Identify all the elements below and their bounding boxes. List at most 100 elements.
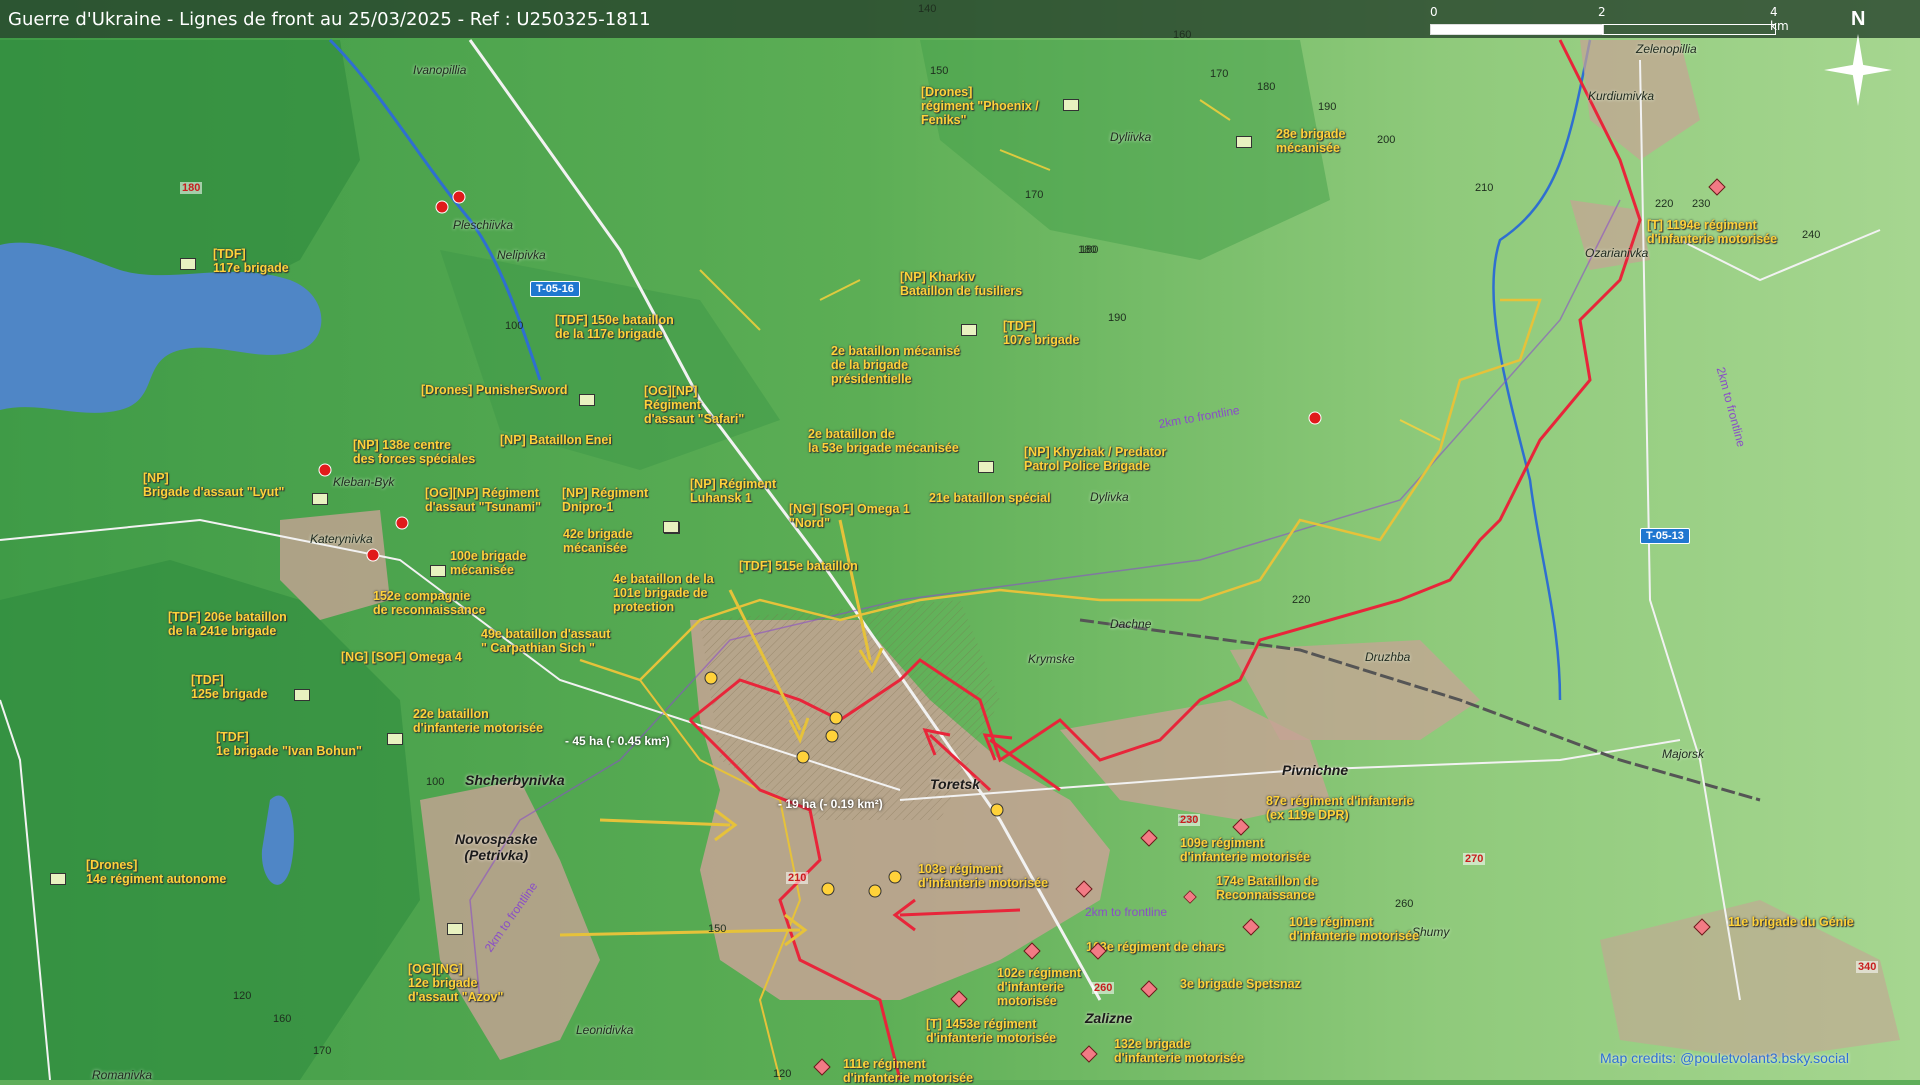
ukr-unit-label[interactable]: [TDF] 206e bataillon de la 241e brigade	[168, 610, 287, 638]
ukr-unit-icon	[312, 493, 328, 505]
town-label: Pivnichne	[1282, 762, 1349, 778]
frontline-label: 2km to frontline	[1085, 905, 1168, 919]
elevation-label: 160	[1173, 29, 1192, 41]
elevation-label-red: 260	[1092, 982, 1115, 994]
rus-unit-icon	[1140, 980, 1158, 998]
ukr-unit-label[interactable]: [TDF] 117e brigade	[213, 247, 289, 275]
rus-unit-label[interactable]: 109e régiment d'infanterie motorisée	[1180, 836, 1310, 864]
ukr-unit-label[interactable]: [OG][NP] Régiment d'assaut "Tsunami"	[425, 486, 541, 514]
elevation-label: 170	[1025, 189, 1044, 201]
rus-unit-icon	[1140, 829, 1158, 847]
elevation-label-red: 210	[786, 872, 809, 884]
place-label: Dachne	[1110, 617, 1152, 631]
rus-unit-icon	[1183, 890, 1197, 904]
ukr-unit-label[interactable]: [NG] [SOF] Omega 1 "Nord"	[789, 502, 910, 530]
place-label: Ivanopillia	[413, 63, 467, 77]
ukr-unit-label[interactable]: [TDF] 107e brigade	[1003, 319, 1079, 347]
elevation-label: 200	[1377, 134, 1396, 146]
ukr-unit-label[interactable]: 49e bataillon d'assaut " Carpathian Sich…	[481, 627, 610, 655]
elevation-label: 150	[708, 923, 727, 935]
ukr-unit-label[interactable]: [TDF] 125e brigade	[191, 673, 267, 701]
scale-label-0: 0	[1430, 5, 1438, 19]
ukr-unit-label[interactable]: 21e bataillon spécial	[929, 491, 1051, 505]
rus-unit-icon	[1089, 942, 1107, 960]
ukr-unit-label[interactable]: [NP] 138e centre des forces spéciales	[353, 438, 475, 466]
ukr-unit-icon	[447, 923, 463, 935]
ukr-unit-label[interactable]: 152e compagnie de reconnaissance	[373, 589, 486, 617]
place-label: Katerynivka	[310, 532, 373, 546]
place-label: Kurdiumivka	[1588, 89, 1655, 103]
rus-unit-label[interactable]: 102e régiment d'infanterie motorisée	[997, 966, 1081, 1008]
elevation-label-red: 180	[180, 182, 203, 194]
elevation-label: 190	[1318, 101, 1337, 113]
ukr-unit-label[interactable]: [Drones] 14e régiment autonome	[86, 858, 226, 886]
elevation-label-red: 340	[1856, 961, 1879, 973]
place-label: Kleban-Byk	[333, 475, 395, 489]
rus-unit-label[interactable]: 3e brigade Spetsnaz	[1180, 977, 1301, 991]
elevation-label: 120	[773, 1068, 792, 1080]
place-label: Majorsk	[1662, 747, 1705, 761]
ukr-unit-label[interactable]: [OG][NG] 12e brigade d'assaut "Azov"	[408, 962, 503, 1004]
place-label: Dylivka	[1090, 490, 1129, 504]
rus-unit-label[interactable]: 87e régiment d'infanterie (ex 119e DPR)	[1266, 794, 1413, 822]
rus-unit-label[interactable]: 11e brigade du Génie	[1728, 915, 1854, 929]
rus-unit-label[interactable]: 101e régiment d'infanterie motorisée	[1289, 915, 1419, 943]
ukr-unit-label[interactable]: 2e bataillon mécanisé de la brigade prés…	[831, 344, 960, 386]
ukr-unit-label[interactable]: [NP] Kharkiv Bataillon de fusiliers	[900, 270, 1022, 298]
elevation-label: 260	[1395, 898, 1414, 910]
rus-unit-icon	[1708, 178, 1726, 196]
town-label: Zalizne	[1085, 1010, 1133, 1026]
place-label: Zelenopillia	[1636, 42, 1697, 56]
ukr-unit-label[interactable]: [Drones] régiment "Phoenix / Feniks"	[921, 85, 1039, 127]
rus-unit-label[interactable]: [T] 1194e régiment d'infanterie motorisé…	[1647, 218, 1777, 246]
place-label: Druzhba	[1365, 650, 1411, 664]
ukr-unit-label[interactable]: 4e bataillon de la 101e brigade de prote…	[613, 572, 714, 614]
town-label: Novospaske (Petrivka)	[455, 831, 538, 863]
area-loss-label: - 19 ha (- 0.19 km²)	[778, 797, 883, 811]
rus-unit-icon	[1023, 942, 1041, 960]
rus-unit-label[interactable]: [T] 1453e régiment d'infanterie motorisé…	[926, 1017, 1056, 1045]
ukr-unit-label[interactable]: 22e bataillon d'infanterie motorisée	[413, 707, 543, 735]
scale-label-2: 2	[1598, 5, 1606, 19]
elevation-label: 150	[930, 65, 949, 77]
elevation-label: 170	[313, 1045, 332, 1057]
rus-unit-label[interactable]: 111e régiment d'infanterie motorisée	[843, 1057, 973, 1085]
map-credits[interactable]: Map credits: @pouletvolant3.bsky.social	[1600, 1050, 1849, 1066]
ukr-unit-label[interactable]: [TDF] 515e bataillon	[739, 559, 858, 573]
rus-unit-icon	[1693, 918, 1711, 936]
ukr-unit-icon	[294, 689, 310, 701]
ukr-unit-label[interactable]: [NG] [SOF] Omega 4	[341, 650, 462, 664]
ukr-unit-icon	[1236, 136, 1252, 148]
ukr-unit-label[interactable]: [NP] Bataillon Enei	[500, 433, 612, 447]
place-label: Ozarianivka	[1585, 246, 1649, 260]
north-compass-icon: N	[1808, 6, 1908, 116]
elevation-label: 160	[273, 1013, 292, 1025]
rus-unit-icon	[1075, 880, 1093, 898]
map-title: Guerre d'Ukraine - Lignes de front au 25…	[8, 9, 651, 30]
ukr-unit-label[interactable]: 100e brigade mécanisée	[450, 549, 526, 577]
ukr-unit-label[interactable]: [TDF] 1e brigade "Ivan Bohun"	[216, 730, 362, 758]
ukr-unit-label[interactable]: [NP] Brigade d'assaut "Lyut"	[143, 471, 284, 499]
rus-unit-label[interactable]: 132e brigade d'infanterie motorisée	[1114, 1037, 1244, 1065]
place-label: Nelipivka	[497, 248, 546, 262]
terrain-map[interactable]	[0, 0, 1920, 1080]
ukr-unit-label[interactable]: [OG][NP] Régiment d'assaut "Safari"	[644, 384, 744, 426]
ukr-unit-label[interactable]: [NP] Régiment Dnipro-1	[562, 486, 648, 514]
ukr-unit-icon	[579, 394, 595, 406]
elevation-label: 120	[233, 990, 252, 1002]
ukr-unit-label[interactable]: 28e brigade mécanisée	[1276, 127, 1345, 155]
rus-unit-label[interactable]: 103e régiment d'infanterie motorisée	[918, 862, 1048, 890]
elevation-label: 180	[1078, 244, 1097, 256]
place-label: Dyliivka	[1110, 130, 1152, 144]
ukr-unit-label[interactable]: [NP] Khyzhak / Predator Patrol Police Br…	[1024, 445, 1166, 473]
ukr-unit-label[interactable]: [NP] Régiment Luhansk 1	[690, 477, 776, 505]
rus-unit-icon	[1242, 918, 1260, 936]
rus-unit-icon	[1232, 818, 1250, 836]
rus-unit-label[interactable]: 174e Bataillon de Reconnaissance	[1216, 874, 1318, 902]
ukr-unit-label[interactable]: 42e brigade mécanisée	[563, 527, 632, 555]
elevation-label: 190	[1108, 312, 1127, 324]
ukr-unit-label[interactable]: 2e bataillon de la 53e brigade mécanisée	[808, 427, 959, 455]
rus-unit-icon	[950, 990, 968, 1008]
ukr-unit-label[interactable]: [TDF] 150e bataillon de la 117e brigade	[555, 313, 674, 341]
ukr-unit-label[interactable]: [Drones] PunisherSword	[421, 383, 568, 397]
